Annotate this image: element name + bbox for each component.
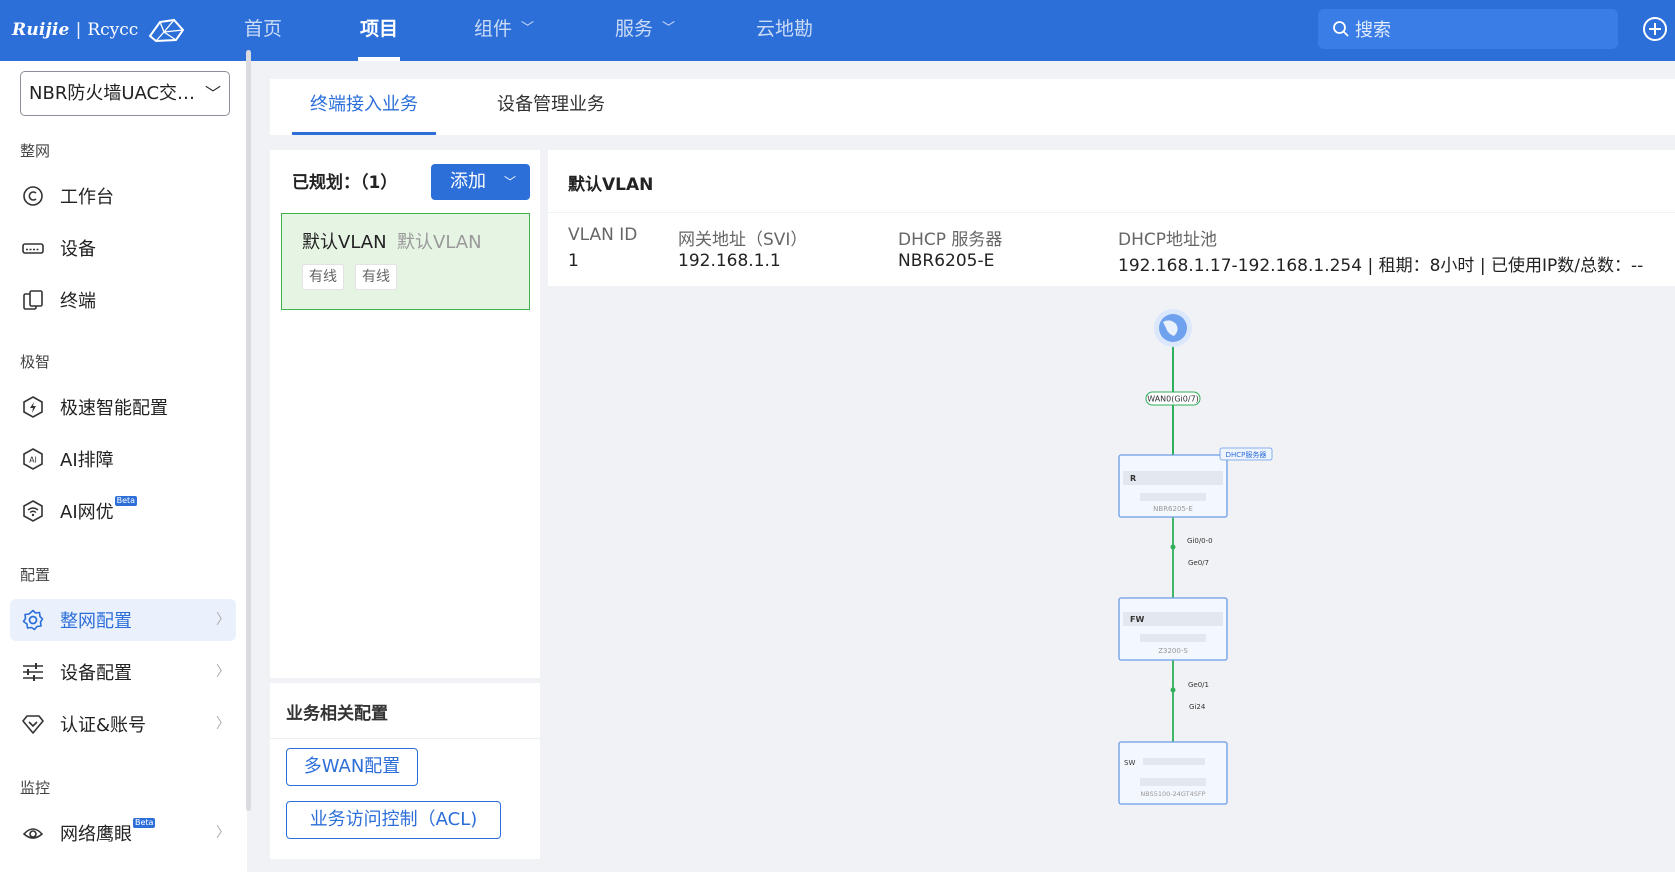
port-label: Ge0/7	[1188, 559, 1209, 567]
nav-components[interactable]: 组件 ﹀	[474, 0, 534, 61]
terminal-icon	[21, 288, 45, 312]
business-tabs: 终端接入业务 设备管理业务	[270, 79, 1675, 135]
acl-button[interactable]: 业务访问控制（ACL)	[286, 801, 501, 839]
device-icon	[21, 236, 45, 260]
eye-icon	[21, 821, 45, 845]
vlan-name: 默认VLAN	[302, 232, 387, 253]
router-node[interactable]: R NBR6205-E	[1118, 454, 1228, 518]
sliders-icon	[21, 660, 45, 684]
router-model: NBR6205-E	[1153, 505, 1193, 513]
chevron-down-icon: ﹀	[503, 175, 516, 189]
workbench-icon	[21, 184, 45, 208]
top-navigation-bar: Ruijie | Rcycc 首页 项目 组件 ﹀ 服务 ﹀ 云地勘 搜索	[0, 0, 1675, 61]
multi-wan-button[interactable]: 多WAN配置	[286, 748, 418, 786]
switch-role: SW	[1124, 759, 1135, 767]
sidebar-item-fast-config[interactable]: 极速智能配置	[10, 386, 236, 428]
sidebar-item-terminals[interactable]: 终端	[10, 279, 236, 321]
brand-logo[interactable]: Ruijie | Rcycc	[12, 14, 186, 46]
related-config-title: 业务相关配置	[286, 704, 388, 724]
sidebar-item-network-config[interactable]: 整网配置 〉	[10, 599, 236, 641]
sidebar-item-devices[interactable]: 设备	[10, 227, 236, 269]
port-label: Gi24	[1189, 703, 1206, 711]
network-topology: WAN0(Gi0/7) R NBR6205-E DHCP服务器 Gi0/0-0 …	[1118, 309, 1273, 805]
add-button[interactable]: 添加 ﹀	[431, 164, 530, 200]
group-label-config: 配置	[20, 566, 51, 584]
sidebar-scrollbar[interactable]	[246, 50, 251, 811]
port-label: Gi0/0-0	[1187, 537, 1213, 545]
group-label-network: 整网	[20, 142, 51, 160]
firewall-node[interactable]: FW Z3200-S	[1118, 597, 1228, 661]
internet-globe-icon[interactable]	[1154, 309, 1192, 347]
sidebar-item-ai-diagnose[interactable]: AI AI排障	[10, 438, 236, 480]
wan-label: WAN0(Gi0/7)	[1147, 395, 1199, 404]
chevron-right-icon: 〉	[216, 612, 230, 628]
related-config-panel: 业务相关配置 多WAN配置 业务访问控制（ACL)	[270, 683, 540, 859]
vlan-id-header: VLAN ID	[568, 225, 638, 245]
planned-count: 已规划：（1）	[292, 173, 398, 193]
search-input[interactable]: 搜索	[1318, 9, 1618, 49]
dhcp-pool-header: DHCP地址池	[1118, 230, 1217, 250]
chevron-down-icon: ﹀	[662, 21, 676, 36]
sidebar: NBR防火墙UAC交… ﹀ 整网 工作台 设备 终端 极智 极速智能配置 AI …	[0, 61, 247, 872]
wifi-hex-icon	[21, 499, 45, 523]
chevron-down-icon: ﹀	[204, 84, 221, 103]
divider	[270, 738, 540, 739]
firewall-role: FW	[1130, 615, 1144, 624]
sidebar-item-auth-account[interactable]: 认证&账号 〉	[10, 703, 236, 745]
cloud-logo-icon	[148, 18, 185, 43]
chevron-down-icon: ﹀	[521, 21, 535, 36]
tab-terminal-access[interactable]: 终端接入业务	[292, 79, 436, 135]
dhcp-server-value: NBR6205-E	[898, 251, 995, 271]
switch-node[interactable]: SW NBS5100-24GT4SFP	[1118, 741, 1228, 805]
nav-services[interactable]: 服务 ﹀	[615, 0, 675, 61]
gateway-value: 192.168.1.1	[678, 251, 781, 271]
group-label-monitor: 监控	[20, 779, 51, 797]
lightning-icon	[21, 395, 45, 419]
beta-badge: Beta	[133, 818, 156, 828]
port-label: Ge0/1	[1188, 681, 1209, 689]
port-dot	[1170, 687, 1176, 693]
nav-project[interactable]: 项目	[357, 0, 401, 61]
svg-text:AI: AI	[29, 456, 37, 465]
vlan-list-panel: 已规划：（1） 添加 ﹀ 默认VLAN 默认VLAN 有线 有线	[270, 150, 540, 678]
gateway-header: 网关地址（SVI）	[678, 230, 808, 250]
sidebar-item-workbench[interactable]: 工作台	[10, 175, 236, 217]
router-role: R	[1130, 474, 1136, 483]
vlan-id-value: 1	[568, 251, 579, 271]
dhcp-server-badge: DHCP服务器	[1226, 450, 1267, 459]
sidebar-item-ai-optimize[interactable]: AI网优 Beta	[10, 490, 236, 532]
search-icon	[1333, 21, 1349, 37]
ai-diagnose-icon: AI	[21, 447, 45, 471]
port-dot	[1170, 544, 1176, 550]
vlan-detail-info: VLAN ID 1 网关地址（SVI） 192.168.1.1 DHCP 服务器…	[548, 213, 1675, 286]
nav-cloud-survey[interactable]: 云地勘	[756, 0, 813, 61]
vlan-detail-header: 默认VLAN	[548, 150, 1675, 212]
chevron-right-icon: 〉	[216, 716, 230, 732]
chevron-right-icon: 〉	[216, 825, 230, 841]
add-circle-icon[interactable]	[1643, 17, 1667, 41]
wired-tag: 有线	[302, 264, 344, 290]
dhcp-pool-value: 192.168.1.17-192.168.1.254 | 租期：8小时 | 已使…	[1118, 256, 1644, 276]
switch-model: NBS5100-24GT4SFP	[1140, 790, 1205, 798]
firewall-model: Z3200-S	[1158, 647, 1188, 655]
sidebar-item-eagle-eye[interactable]: 网络鹰眼 Beta 〉	[10, 812, 236, 854]
tab-device-management[interactable]: 设备管理业务	[497, 79, 605, 135]
sidebar-item-device-config[interactable]: 设备配置 〉	[10, 651, 236, 693]
wired-tag: 有线	[355, 264, 397, 290]
beta-badge: Beta	[114, 496, 138, 506]
vlan-alias: 默认VLAN	[397, 232, 482, 253]
group-label-smart: 极智	[20, 353, 51, 371]
vlan-detail-title: 默认VLAN	[568, 175, 654, 195]
diamond-check-icon	[21, 712, 45, 736]
dhcp-server-header: DHCP 服务器	[898, 230, 1003, 250]
project-select[interactable]: NBR防火墙UAC交… ﹀	[20, 71, 230, 116]
gear-icon	[21, 608, 45, 632]
vlan-card[interactable]: 默认VLAN 默认VLAN 有线 有线	[281, 213, 530, 310]
chevron-right-icon: 〉	[216, 664, 230, 680]
